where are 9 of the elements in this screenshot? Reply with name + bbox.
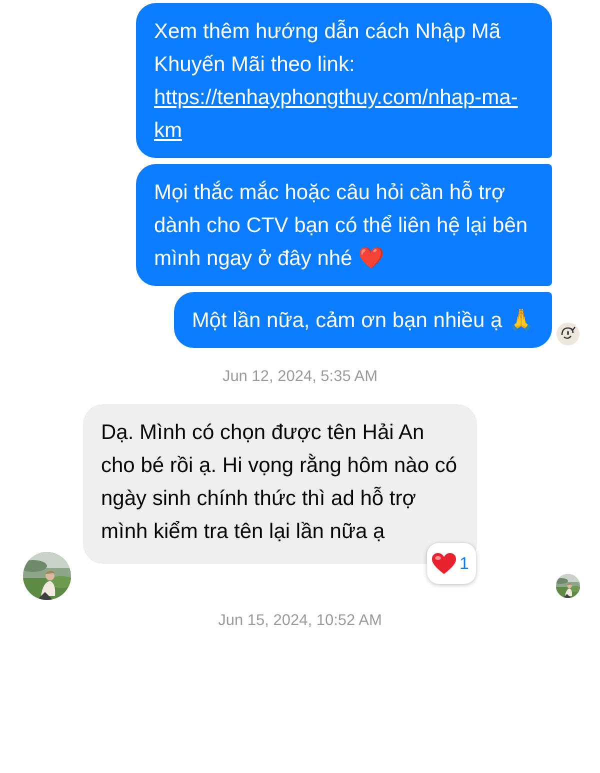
- message-text: Mọi thắc mắc hoặc câu hỏi cần hỗ trợ dành cho CTV bạn có thể liên hệ lại bên mình ngay ở đây nhé ❤: [154, 180, 529, 272]
- reaction-badge[interactable]: 1: [426, 543, 476, 584]
- link[interactable]: https://tenhayphongthuy.com/nhap-ma-km: [154, 81, 534, 147]
- message-text: Xem thêm hướng dẫn cách Nhập Mã Khuyến Mãi theo link:: [154, 18, 502, 78]
- message-text: Một lần nữa, cảm ơn bạn nhiều ạ 🙏: [192, 308, 534, 334]
- timestamp: Jun 12, 2024, 5:35 AM: [222, 368, 378, 385]
- heart-icon: [430, 552, 457, 576]
- timestamp: Jun 15, 2024, 10:52 AM: [218, 612, 382, 629]
- message-text: Dạ. Mình có chọn được tên Hải An cho bé rồi ạ. Hi vọng rằng hôm nào có ngày sinh chính thức thì ad hỗ trợ mình kiểm tra tên lại lần nữa ạ: [101, 421, 458, 543]
